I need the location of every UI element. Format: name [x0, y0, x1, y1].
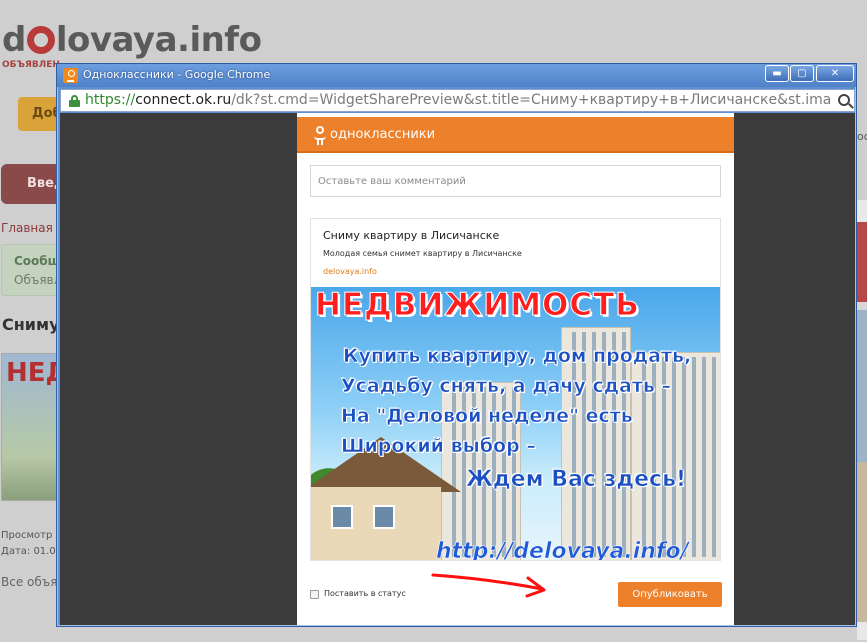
banner-line: Широкий выбор –: [341, 435, 536, 458]
banner-title: НЕДВИЖИМОСТЬ: [315, 287, 640, 324]
url-scheme: https://: [85, 92, 136, 108]
chrome-popup-window: Одноклассники - Google Chrome ▬ ▢ ✕ http…: [56, 63, 857, 627]
house-shape: [311, 487, 441, 560]
window-title: Одноклассники - Google Chrome: [83, 68, 271, 81]
banner-url: http://delovaya.info/: [436, 539, 689, 561]
logo-text-start: d: [2, 20, 26, 60]
all-ads-link[interactable]: Все объя: [1, 575, 57, 589]
ad-date: Дата: 01.0: [1, 546, 56, 557]
annotation-arrow-icon: [431, 573, 546, 598]
link-preview-card[interactable]: Сниму квартиру в Лисичанске Молодая семь…: [310, 218, 721, 561]
close-button[interactable]: ✕: [816, 65, 854, 82]
minimize-button[interactable]: ▬: [765, 65, 789, 82]
url-host: connect.ok.ru: [135, 92, 232, 108]
status-checkbox-label[interactable]: Поставить в статус: [324, 589, 406, 598]
address-bar[interactable]: https://connect.ok.ru/dk?st.cmd=WidgetSh…: [60, 89, 855, 112]
logo-ring-icon: [26, 26, 55, 54]
house-window: [373, 505, 395, 529]
house-window: [331, 505, 353, 529]
window-titlebar[interactable]: Одноклассники - Google Chrome ▬ ▢ ✕: [57, 64, 856, 87]
dialog-header: одноклассники: [297, 117, 734, 153]
banner-line: Усадьбу снять, а дачу сдать –: [341, 375, 672, 398]
preview-site: delovaya.info: [323, 267, 377, 276]
breadcrumb[interactable]: Главная -: [1, 221, 61, 235]
share-dialog: одноклассники Сниму квартиру в Лисичанск…: [297, 113, 734, 625]
window-content: одноклассники Сниму квартиру в Лисичанск…: [60, 113, 855, 625]
lock-icon[interactable]: [69, 95, 80, 107]
preview-image: НЕДВИЖИМОСТЬ Купить квартиру, дом продат…: [311, 287, 720, 561]
right-banner[interactable]: [857, 222, 867, 622]
banner-line: Ждем Вас здесь!: [466, 467, 687, 493]
lock-body: [69, 100, 80, 107]
maximize-button[interactable]: ▢: [790, 65, 814, 82]
message-text: Объявл: [14, 273, 62, 287]
status-checkbox[interactable]: [310, 590, 319, 599]
banner-line: Купить квартиру, дом продать,: [343, 345, 692, 368]
preview-title: Сниму квартиру в Лисичанске: [323, 229, 500, 242]
ad-heading: Сниму: [2, 315, 60, 334]
right-edge-text: оо: [857, 130, 867, 143]
address-url[interactable]: https://connect.ok.ru/dk?st.cmd=WidgetSh…: [85, 92, 835, 108]
logo-text-end: lovaya.info: [55, 20, 262, 60]
comment-input[interactable]: [310, 165, 721, 197]
message-title: Сообщ: [14, 254, 61, 268]
ok-logo-head: [316, 126, 324, 134]
ok-favicon-icon: [63, 68, 78, 83]
site-logo[interactable]: d lovaya.info: [2, 20, 262, 60]
banner-line: На "Деловой неделе" есть: [341, 405, 633, 428]
ok-logo-icon: [314, 126, 326, 145]
brand-name: одноклассники: [330, 127, 436, 142]
site-tagline: ОБЪЯВЛЕН: [2, 60, 60, 70]
views-count: Просмотр: [1, 530, 53, 541]
thumbnail-text: НЕД: [6, 358, 57, 388]
ok-logo-legs: [317, 140, 323, 145]
publish-button[interactable]: Опубликовать: [618, 582, 722, 607]
zoom-icon[interactable]: [838, 94, 850, 106]
ad-thumbnail[interactable]: НЕД: [1, 353, 58, 501]
url-path: /dk?st.cmd=WidgetSharePreview&st.title=С…: [231, 92, 832, 108]
preview-description: Молодая семья снимет квартиру в Лисичанс…: [323, 249, 522, 258]
